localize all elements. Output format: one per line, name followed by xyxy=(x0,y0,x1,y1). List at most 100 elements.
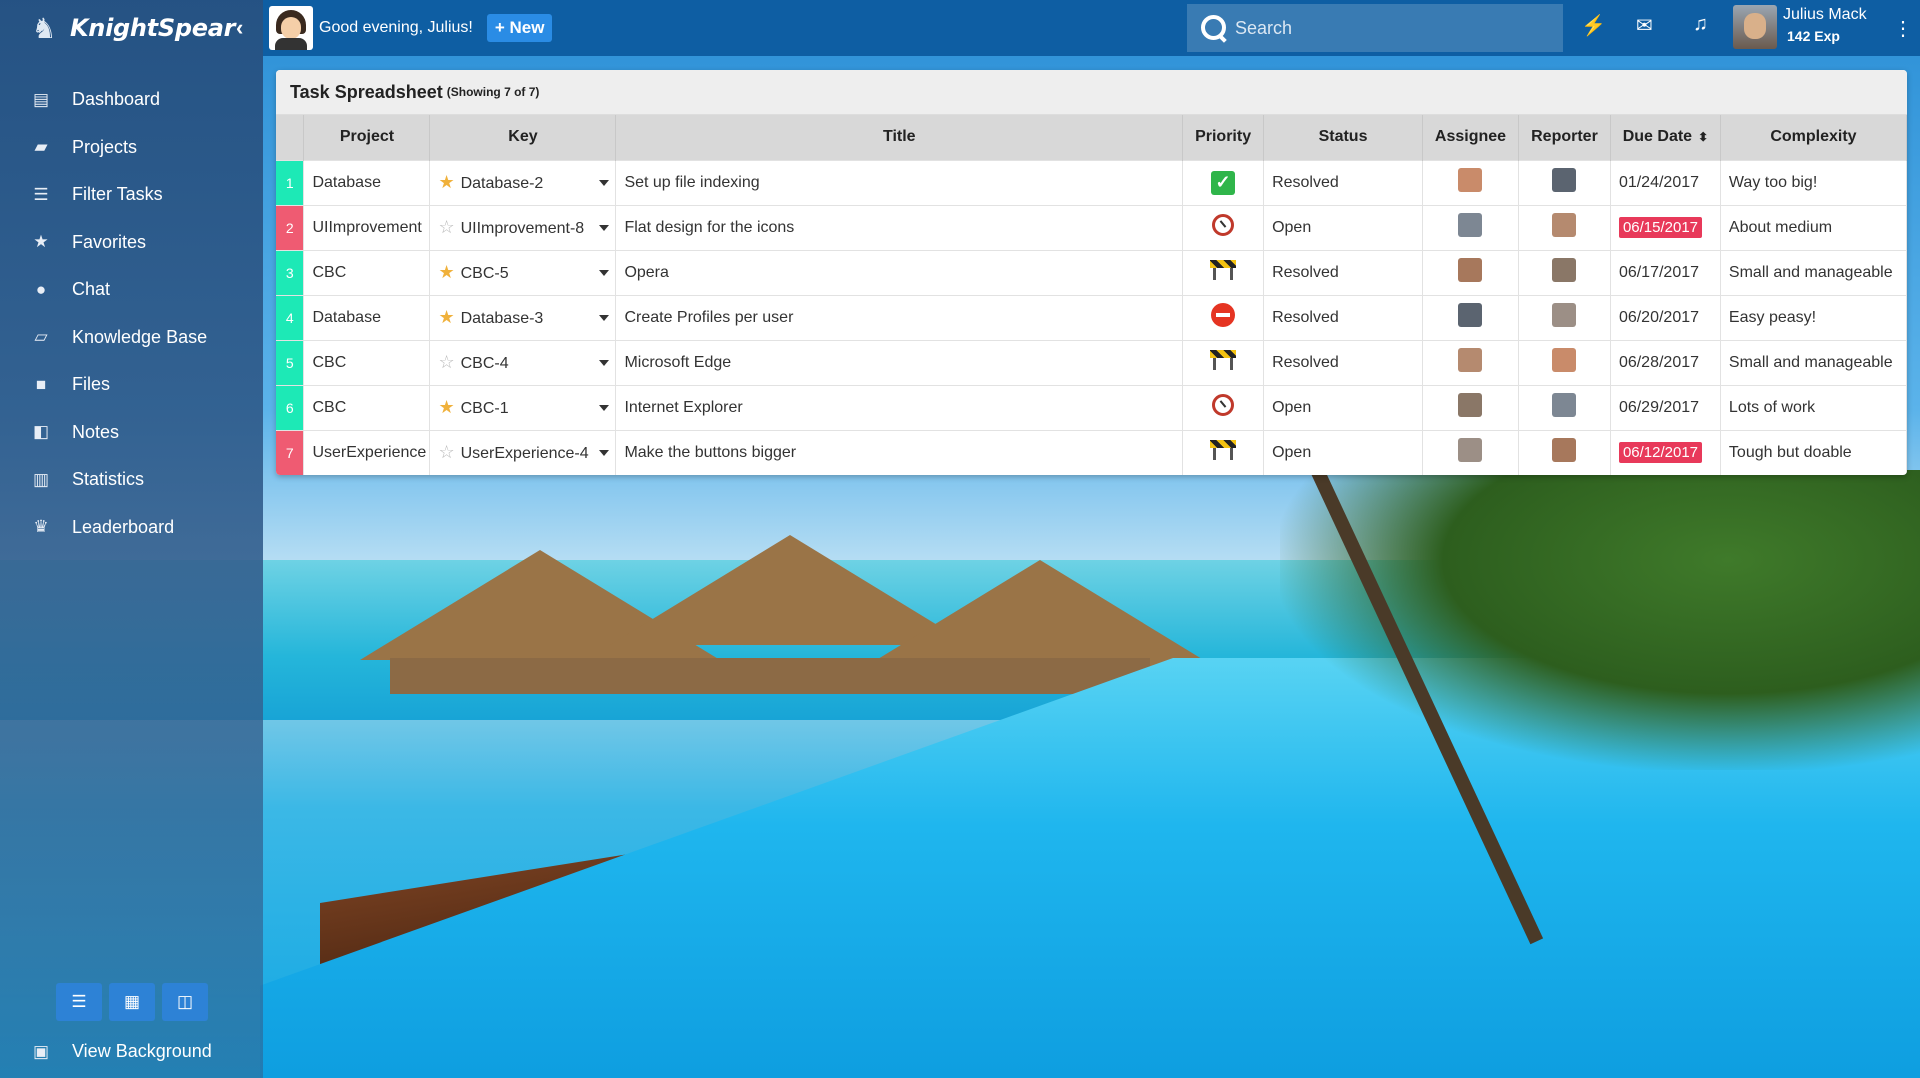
chevron-down-icon[interactable] xyxy=(599,359,610,366)
complexity-cell[interactable]: Lots of work xyxy=(1720,384,1907,430)
key-dropdown[interactable]: ☆ UserExperience-4 xyxy=(438,442,615,463)
due-date-cell[interactable]: 01/24/2017 xyxy=(1610,159,1721,205)
assignee-cell[interactable] xyxy=(1422,384,1519,430)
due-date-cell[interactable]: 06/29/2017 xyxy=(1610,384,1721,430)
complexity-cell[interactable]: Way too big! xyxy=(1720,159,1907,205)
key-cell[interactable]: ☆ UserExperience-4 xyxy=(429,429,617,475)
reporter-avatar[interactable] xyxy=(1552,393,1577,417)
title-cell[interactable]: Flat design for the icons xyxy=(615,204,1184,250)
assignee-cell[interactable] xyxy=(1422,294,1519,340)
reporter-avatar[interactable] xyxy=(1552,213,1577,237)
title-cell[interactable]: Opera xyxy=(615,249,1184,295)
avatar[interactable] xyxy=(269,6,313,50)
project-cell[interactable]: CBC xyxy=(303,339,431,385)
sidebar-item-chat[interactable]: ● Chat xyxy=(0,266,263,314)
new-button[interactable]: + New xyxy=(486,14,553,42)
table-row[interactable]: 7 UserExperience ☆ UserExperience-4 Make the… xyxy=(276,429,1907,475)
due-date-cell[interactable]: 06/20/2017 xyxy=(1610,294,1721,340)
project-cell[interactable]: UIImprovement xyxy=(303,204,431,250)
assignee-cell[interactable] xyxy=(1422,339,1519,385)
complexity-cell[interactable]: Small and manageable xyxy=(1720,249,1907,295)
assignee-cell[interactable] xyxy=(1422,249,1519,295)
view-background-button[interactable]: ▣ View Background xyxy=(30,1041,212,1062)
sidebar-item-filter-tasks[interactable]: ☰ Filter Tasks xyxy=(0,171,263,219)
user-name[interactable]: Julius Mack xyxy=(1783,6,1867,24)
key-cell[interactable]: ★ CBC-1 xyxy=(429,384,617,430)
key-dropdown[interactable]: ★ Database-3 xyxy=(438,307,615,328)
table-row[interactable]: 5 CBC ☆ CBC-4 Microsoft Edge Resolved 06/28/20… xyxy=(276,339,1907,385)
reporter-cell[interactable] xyxy=(1518,339,1611,385)
sidebar-item-files[interactable]: ■ Files xyxy=(0,361,263,409)
priority-cell[interactable] xyxy=(1182,429,1265,475)
status-cell[interactable]: Open xyxy=(1263,384,1423,430)
key-cell[interactable]: ★ Database-3 xyxy=(429,294,617,340)
chevron-down-icon[interactable] xyxy=(599,224,610,231)
table-row[interactable]: 6 CBC ★ CBC-1 Internet Explorer Open 06/29/201… xyxy=(276,384,1907,430)
reporter-cell[interactable] xyxy=(1518,384,1611,430)
favorite-star-icon[interactable]: ★ xyxy=(438,397,454,417)
sort-icon[interactable]: ⬍ xyxy=(1698,130,1708,144)
sidebar-item-knowledge-base[interactable]: ▱ Knowledge Base xyxy=(0,314,263,362)
favorite-star-icon[interactable]: ☆ xyxy=(438,352,454,372)
key-dropdown[interactable]: ☆ CBC-4 xyxy=(438,352,615,373)
table-row[interactable]: 2 UIImprovement ☆ UIImprovement-8 Flat desig… xyxy=(276,204,1907,250)
chevron-down-icon[interactable] xyxy=(599,449,610,456)
assignee-avatar[interactable] xyxy=(1458,303,1483,327)
favorite-star-icon[interactable]: ☆ xyxy=(438,442,454,462)
column-header-priority[interactable]: Priority xyxy=(1182,115,1265,160)
chevron-down-icon[interactable] xyxy=(599,179,610,186)
column-header-status[interactable]: Status xyxy=(1263,115,1423,160)
reporter-cell[interactable] xyxy=(1518,204,1611,250)
column-header-key[interactable]: Key xyxy=(429,115,617,160)
priority-cell[interactable] xyxy=(1182,339,1265,385)
assignee-avatar[interactable] xyxy=(1458,213,1483,237)
assignee-avatar[interactable] xyxy=(1458,168,1483,192)
reporter-cell[interactable] xyxy=(1518,429,1611,475)
complexity-cell[interactable]: Easy peasy! xyxy=(1720,294,1907,340)
reporter-avatar[interactable] xyxy=(1552,303,1577,327)
status-cell[interactable]: Resolved xyxy=(1263,294,1423,340)
column-header-assignee[interactable]: Assignee xyxy=(1422,115,1519,160)
assignee-avatar[interactable] xyxy=(1458,348,1483,372)
due-date-cell[interactable]: 06/17/2017 xyxy=(1610,249,1721,295)
project-cell[interactable]: CBC xyxy=(303,249,431,295)
status-cell[interactable]: Open xyxy=(1263,204,1423,250)
reporter-avatar[interactable] xyxy=(1552,258,1577,282)
reporter-cell[interactable] xyxy=(1518,249,1611,295)
key-dropdown[interactable]: ★ CBC-5 xyxy=(438,262,615,283)
more-vertical-icon[interactable]: ⋮ xyxy=(1893,16,1913,41)
priority-cell[interactable] xyxy=(1182,384,1265,430)
search-icon[interactable] xyxy=(1199,13,1229,43)
key-dropdown[interactable]: ★ Database-2 xyxy=(438,172,615,193)
key-cell[interactable]: ★ Database-2 xyxy=(429,159,617,205)
assignee-avatar[interactable] xyxy=(1458,438,1483,463)
reporter-cell[interactable] xyxy=(1518,159,1611,205)
column-header-reporter[interactable]: Reporter xyxy=(1518,115,1611,160)
assignee-cell[interactable] xyxy=(1422,204,1519,250)
favorite-star-icon[interactable]: ★ xyxy=(438,262,454,282)
status-cell[interactable]: Open xyxy=(1263,429,1423,475)
chevron-down-icon[interactable] xyxy=(599,404,610,411)
key-dropdown[interactable]: ★ CBC-1 xyxy=(438,397,615,418)
project-cell[interactable]: UserExperience xyxy=(303,429,431,475)
chevron-down-icon[interactable] xyxy=(599,269,610,276)
complexity-cell[interactable]: Tough but doable xyxy=(1720,429,1907,475)
chevron-left-icon[interactable]: ‹ xyxy=(236,15,243,41)
table-row[interactable]: 4 Database ★ Database-3 Create Profiles per … xyxy=(276,294,1907,340)
reporter-avatar[interactable] xyxy=(1552,348,1577,372)
status-cell[interactable]: Resolved xyxy=(1263,249,1423,295)
project-cell[interactable]: Database xyxy=(303,294,431,340)
title-cell[interactable]: Make the buttons bigger xyxy=(615,429,1184,475)
sidebar-item-statistics[interactable]: ▥ Statistics xyxy=(0,456,263,504)
lightning-icon[interactable]: ⚡ xyxy=(1581,13,1606,38)
bell-icon[interactable]: ♫ xyxy=(1693,13,1708,36)
key-cell[interactable]: ☆ CBC-4 xyxy=(429,339,617,385)
complexity-cell[interactable]: Small and manageable xyxy=(1720,339,1907,385)
priority-cell[interactable] xyxy=(1182,249,1265,295)
project-cell[interactable]: Database xyxy=(303,159,431,205)
search-input[interactable] xyxy=(1235,17,1535,39)
reporter-cell[interactable] xyxy=(1518,294,1611,340)
column-header-complexity[interactable]: Complexity xyxy=(1720,115,1907,160)
complexity-cell[interactable]: About medium xyxy=(1720,204,1907,250)
chat-bubble-icon[interactable]: ✉ xyxy=(1636,13,1653,38)
